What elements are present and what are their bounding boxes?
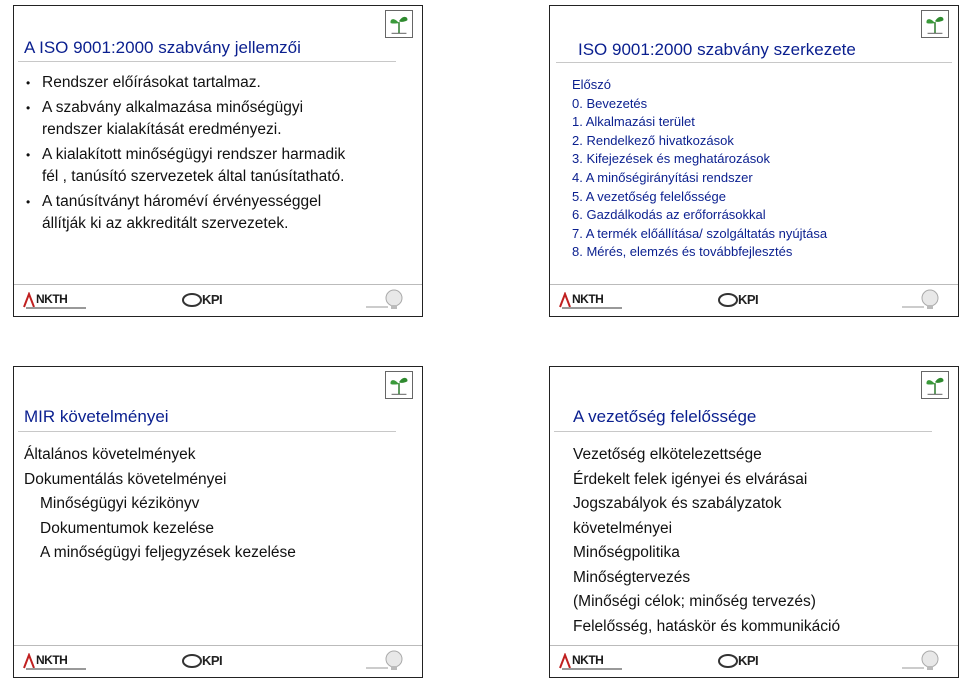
list-item: Vezetőség elkötelezettsége [573, 446, 762, 463]
sprout-icon [385, 371, 413, 399]
sprout-icon [921, 371, 949, 399]
list-item: A tanúsítványt hároméví érvényességgel á… [24, 191, 354, 235]
title-divider [554, 431, 932, 432]
list-item: 3. Kifejezések és meghatározások [572, 151, 770, 167]
list-item: Rendszer előírásokat tartalmaz. [24, 72, 354, 94]
footer-divider [14, 284, 422, 285]
list-item: 4. A minőségirányítási rendszer [572, 169, 753, 185]
lightbulb-logo [902, 650, 939, 670]
list-item: 2. Rendelkező hivatkozások [572, 132, 734, 148]
slide-title: MIR követelményei [24, 407, 169, 426]
nkth-logo: NKTH [22, 292, 92, 312]
list-item: követelményei [573, 519, 673, 537]
footer-divider [14, 645, 422, 646]
list-item: A minőségügyi feljegyzések kezelése [40, 544, 296, 561]
list-item: Felelősség, hatáskör és kommunikáció [573, 617, 841, 635]
slide-title: A ISO 9001:2000 szabvány jellemzői [24, 38, 301, 57]
slide-footer: NKTH KPI [550, 645, 958, 677]
nkth-logo: NKTH [558, 292, 628, 312]
kpi-logo: KPI [182, 653, 242, 671]
slide-footer: NKTH KPI [14, 284, 422, 316]
list-item: Minőségpolitika [573, 544, 680, 561]
kpi-logo: KPI [718, 653, 778, 671]
lightbulb-logo [366, 650, 403, 670]
slide-title: A vezetőség felelőssége [573, 407, 757, 426]
kpi-logo: KPI [182, 292, 242, 310]
slide-footer: NKTH KPI [550, 284, 958, 316]
list-item: A szabvány alkalmazása minőségügyi rends… [24, 97, 354, 141]
bullet-list: Rendszer előírásokat tartalmaz. A szabvá… [24, 72, 354, 238]
contents-list: Előszó 0. Bevezetés 1. Alkalmazási terül… [572, 76, 827, 262]
title-divider [556, 62, 952, 63]
lightbulb-logo [902, 289, 939, 309]
list-item: A kialakított minőségügyi rendszer harma… [24, 144, 354, 188]
slide-mir-requirements: MIR követelményei Általános követelménye… [13, 366, 423, 678]
footer-divider [550, 284, 958, 285]
list-item: Érdekelt felek igényei és elvárásai [573, 470, 808, 488]
list-item: Dokumentálás követelményei [24, 470, 227, 488]
sprout-icon [385, 10, 413, 38]
list-item: Jogszabályok és szabályzatok [573, 495, 782, 512]
responsibility-list: Vezetőség elkötelezettsége Érdekelt fele… [573, 443, 840, 639]
title-divider [18, 431, 396, 432]
list-item: (Minőségi célok; minőség tervezés) [573, 593, 816, 610]
list-item: 8. Mérés, elemzés és továbbfejlesztés [572, 244, 793, 260]
list-item: Minőségtervezés [573, 568, 691, 586]
lightbulb-logo [366, 289, 403, 309]
nkth-logo: NKTH [558, 653, 628, 673]
list-item: 5. A vezetőség felelőssége [572, 188, 726, 204]
title-divider [18, 61, 396, 62]
list-item: Általános követelmények [24, 446, 196, 463]
requirements-list: Általános követelmények Dokumentálás köv… [24, 443, 296, 566]
list-item: 0. Bevezetés [572, 95, 648, 111]
list-item: Minőségügyi kézikönyv [40, 495, 200, 512]
list-item: 1. Alkalmazási terület [572, 114, 695, 130]
list-item: Dokumentumok kezelése [40, 519, 215, 537]
slide-iso-structure: ISO 9001:2000 szabvány szerkezete Előszó… [549, 5, 959, 317]
sprout-icon [921, 10, 949, 38]
slide-title: ISO 9001:2000 szabvány szerkezete [578, 40, 856, 59]
footer-divider [550, 645, 958, 646]
slide-management-responsibility: A vezetőség felelőssége Vezetőség elköte… [549, 366, 959, 678]
kpi-logo: KPI [718, 292, 778, 310]
list-item: 6. Gazdálkodás az erőforrásokkal [572, 207, 766, 223]
list-item: 7. A termék előállítása/ szolgáltatás ny… [572, 225, 828, 241]
list-item: Előszó [572, 77, 612, 92]
slide-footer: NKTH KPI [14, 645, 422, 677]
slide-iso-features: A ISO 9001:2000 szabvány jellemzői Rends… [13, 5, 423, 317]
nkth-logo: NKTH [22, 653, 92, 673]
